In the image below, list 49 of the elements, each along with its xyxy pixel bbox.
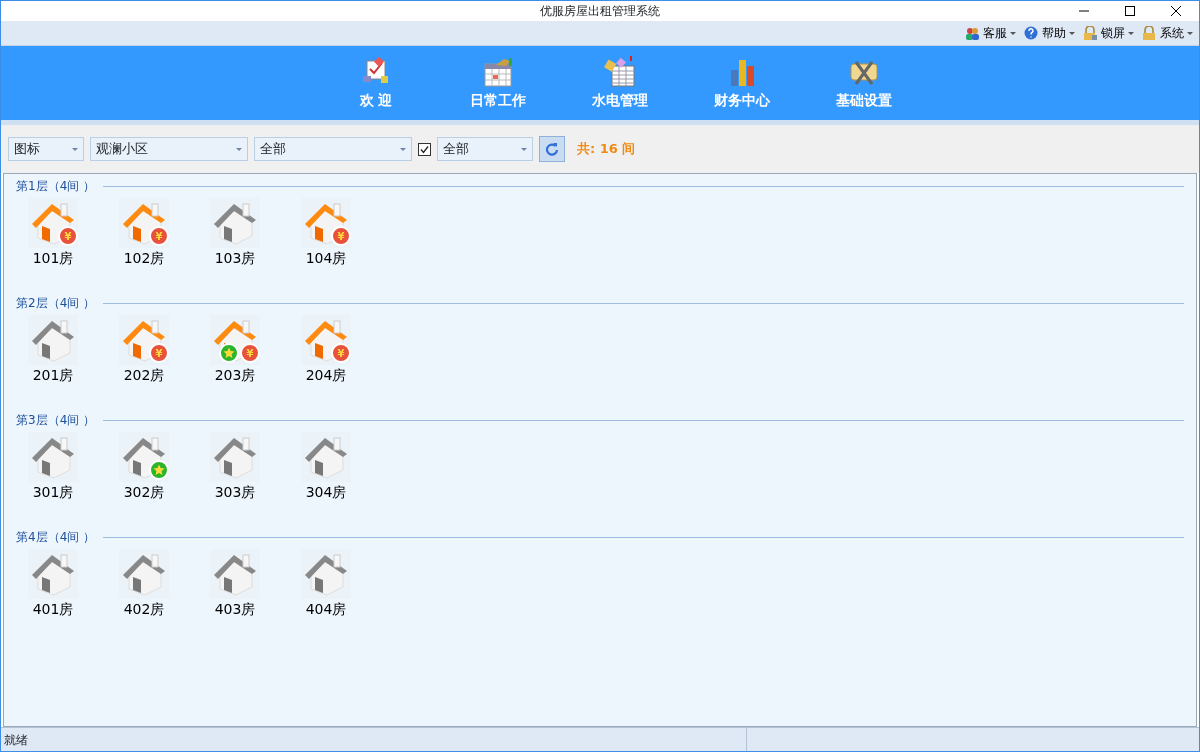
close-icon[interactable] bbox=[1171, 6, 1181, 16]
menu-button[interactable]: 系统 bbox=[1142, 24, 1193, 42]
room-tile[interactable]: 404房 bbox=[301, 549, 351, 620]
total-count: 共: 16 间 bbox=[577, 140, 636, 159]
yen-badge: ¥ bbox=[240, 343, 260, 363]
dropdown[interactable]: 图标 bbox=[8, 137, 84, 161]
room-tile[interactable]: ¥ 101房 bbox=[28, 198, 78, 269]
yen-badge: ¥ bbox=[331, 343, 351, 363]
yen-badge: ¥ bbox=[58, 226, 78, 246]
checkbox[interactable] bbox=[418, 142, 431, 156]
dropdown[interactable]: 全部 bbox=[437, 137, 533, 161]
room-tile[interactable]: 201房 bbox=[28, 315, 78, 386]
help-icon bbox=[1024, 25, 1039, 41]
yen-badge: ¥ bbox=[331, 226, 351, 246]
padlock-icon bbox=[1142, 25, 1157, 41]
floor-title: 第3层（4间 ） bbox=[16, 412, 96, 429]
window-title: 优服房屋出租管理系统 bbox=[540, 3, 660, 20]
room-tile[interactable]: 301房 bbox=[28, 432, 78, 503]
room-tile[interactable]: 403房 bbox=[210, 549, 260, 620]
room-tile[interactable]: ¥ 202房 bbox=[119, 315, 169, 386]
refresh-button[interactable] bbox=[539, 136, 565, 162]
floor-title: 第4层（4间 ） bbox=[16, 529, 96, 546]
spreadsheet-icon bbox=[604, 55, 636, 88]
menu-button[interactable]: 锁屏 bbox=[1083, 24, 1134, 42]
maximize-icon[interactable] bbox=[1125, 6, 1135, 16]
dropdown[interactable]: 全部 bbox=[254, 137, 412, 161]
floor-title: 第1层（4间 ） bbox=[16, 178, 96, 195]
yen-badge: ¥ bbox=[149, 343, 169, 363]
floor-title: 第2层（4间 ） bbox=[16, 295, 96, 312]
menu-button[interactable]: 帮助 bbox=[1024, 24, 1075, 42]
star-badge bbox=[149, 460, 169, 480]
room-tile[interactable]: ¥ 204房 bbox=[301, 315, 351, 386]
room-tile[interactable]: 402房 bbox=[119, 549, 169, 620]
calendar-icon bbox=[482, 55, 514, 88]
room-tile[interactable]: 302房 bbox=[119, 432, 169, 503]
room-tile[interactable]: ¥ 104房 bbox=[301, 198, 351, 269]
room-tile[interactable]: 103房 bbox=[210, 198, 260, 269]
refresh-icon bbox=[545, 142, 559, 156]
padlock-icon bbox=[1083, 25, 1098, 41]
menu-button[interactable]: 客服 bbox=[965, 24, 1016, 42]
room-tile[interactable]: 303房 bbox=[210, 432, 260, 503]
dropdown[interactable]: 观澜小区 bbox=[90, 137, 248, 161]
room-tile[interactable]: ¥ 203房 bbox=[210, 315, 260, 386]
room-tile[interactable]: 401房 bbox=[28, 549, 78, 620]
status-text: 就绪 bbox=[4, 733, 28, 747]
yen-badge: ¥ bbox=[149, 226, 169, 246]
room-tile[interactable]: ¥ 102房 bbox=[119, 198, 169, 269]
room-tile[interactable]: 304房 bbox=[301, 432, 351, 503]
people-icon bbox=[965, 25, 980, 41]
